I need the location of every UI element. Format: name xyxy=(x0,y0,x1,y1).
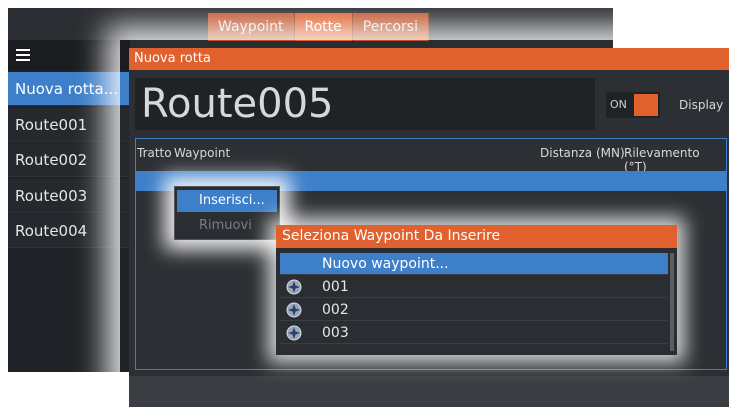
list-item-waypoint-002[interactable]: 002 xyxy=(280,299,668,321)
toggle-label: ON xyxy=(610,98,627,111)
list-item-label: 001 xyxy=(322,279,349,295)
waypoint-icon xyxy=(286,279,302,295)
hamburger-icon[interactable] xyxy=(16,49,30,61)
tab-waypoint[interactable]: Waypoint xyxy=(208,13,295,41)
picker-scrollbar[interactable] xyxy=(670,253,674,351)
screen: Waypoint Rotte Percorsi Nuova rotta... R… xyxy=(0,0,729,407)
picker-title: Seleziona Waypoint Da Inserire xyxy=(276,225,677,248)
insert-menu-item[interactable]: Inserisci... xyxy=(177,190,277,212)
list-item-label: 003 xyxy=(322,325,349,341)
sidebar-header xyxy=(8,40,130,70)
list-item-label: 002 xyxy=(322,302,349,318)
list-item-waypoint-003[interactable]: 003 xyxy=(280,322,668,344)
display-label: Display xyxy=(679,98,724,112)
dialog-title: Nuova rotta xyxy=(129,48,729,70)
display-toggle[interactable]: ON xyxy=(606,92,660,118)
route-name-value: Route005 xyxy=(141,81,334,127)
tab-bar: Waypoint Rotte Percorsi xyxy=(208,13,429,41)
sidebar-item-route001[interactable]: Route001 xyxy=(8,108,130,142)
column-header-bearing: Rilevamento (°T) xyxy=(624,146,700,174)
waypoint-picker-dialog: Seleziona Waypoint Da Inserire Nuovo way… xyxy=(276,225,677,355)
route-name-field[interactable]: Route005 xyxy=(135,78,595,130)
list-item-waypoint-001[interactable]: 001 xyxy=(280,276,668,298)
context-menu: Inserisci... Rimuovi xyxy=(174,186,280,240)
sidebar-item-route002[interactable]: Route002 xyxy=(8,143,130,177)
sidebar-item-route003[interactable]: Route003 xyxy=(8,179,130,213)
waypoint-icon xyxy=(286,302,302,318)
tab-percorsi[interactable]: Percorsi xyxy=(352,13,429,41)
remove-menu-item: Rimuovi xyxy=(199,218,252,233)
tab-rotte[interactable]: Rotte xyxy=(294,13,353,41)
list-item-new-waypoint[interactable]: Nuovo waypoint... xyxy=(280,253,668,275)
column-header-waypoint: Waypoint xyxy=(174,146,231,160)
sidebar-item-route004[interactable]: Route004 xyxy=(8,214,130,248)
toggle-switch[interactable] xyxy=(634,94,658,116)
sidebar-item-new-route[interactable]: Nuova rotta... xyxy=(8,72,130,106)
waypoint-icon xyxy=(286,325,302,341)
dialog-footer xyxy=(129,376,729,407)
list-item-label: Nuovo waypoint... xyxy=(322,256,449,272)
column-header-leg: Tratto xyxy=(137,146,172,160)
column-header-distance: Distanza (MN) xyxy=(540,146,625,160)
